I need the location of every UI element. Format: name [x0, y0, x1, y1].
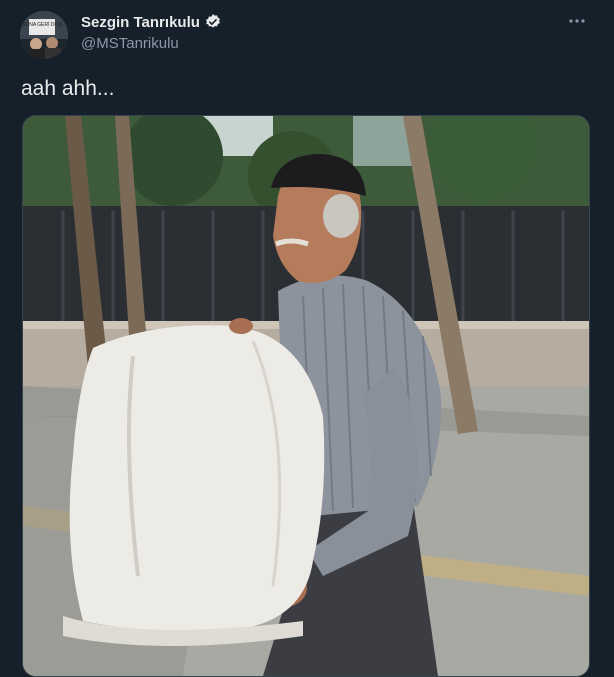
author-handle[interactable]: @MSTanrikulu [81, 35, 179, 52]
author-display-name[interactable]: Sezgin Tanrıkulu [81, 14, 200, 31]
tweet: SONA GERİ DÖN Sezgin Tanrıkulu @MSTanrik… [0, 0, 614, 677]
more-options-icon [569, 19, 585, 23]
profile-photo-icon: SONA GERİ DÖN [20, 11, 68, 59]
author-name-row: Sezgin Tanrıkulu [81, 13, 222, 31]
tweet-photo[interactable] [22, 115, 590, 677]
more-options-button[interactable] [566, 10, 588, 32]
man-carrying-shrouded-body-photo [23, 116, 589, 676]
avatar-sign-text: SONA GERİ DÖN [22, 21, 62, 28]
verified-badge-icon [204, 13, 222, 31]
author-avatar[interactable]: SONA GERİ DÖN [20, 11, 68, 59]
tweet-text: aah ahh... [21, 77, 115, 100]
